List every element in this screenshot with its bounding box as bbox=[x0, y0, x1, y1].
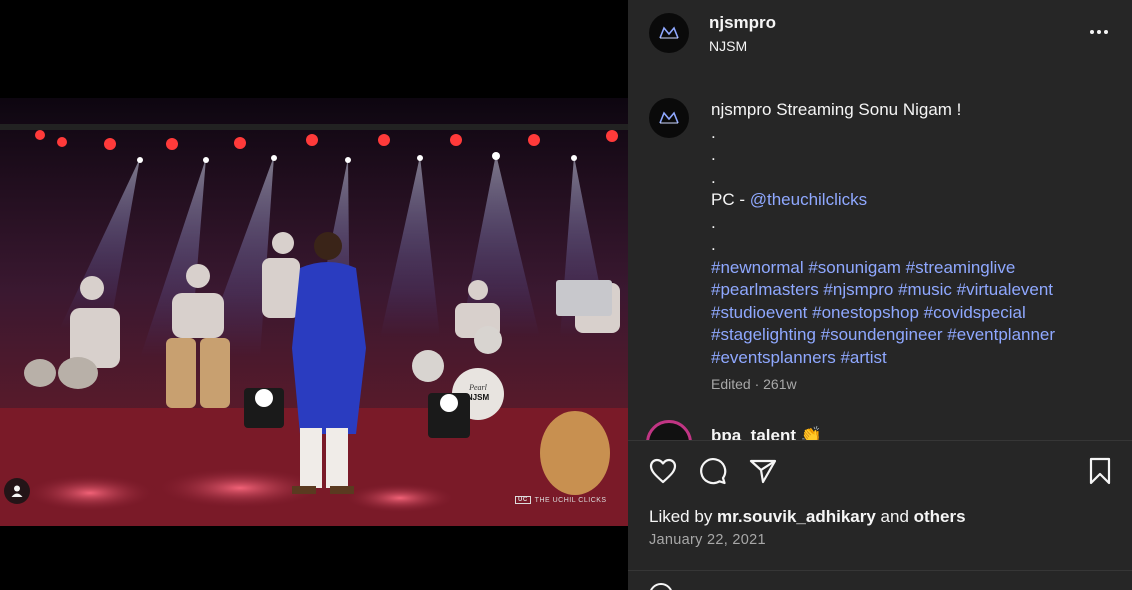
caption-dot: . bbox=[711, 145, 716, 164]
caption-avatar[interactable] bbox=[649, 98, 689, 138]
drum-brand-text: Pearl bbox=[468, 383, 488, 392]
comment-username-text: bpa_talent bbox=[711, 426, 797, 440]
likes-summary: Liked by mr.souvik_adhikary and others bbox=[649, 507, 966, 527]
watermark-text: THE UCHIL CLICKS bbox=[534, 496, 607, 504]
header-subtitle[interactable]: NJSM bbox=[709, 38, 747, 54]
likes-others-link[interactable]: others bbox=[914, 507, 966, 526]
credit-handle-link[interactable]: @theuchilclicks bbox=[750, 190, 867, 209]
comment-preview: bpa_talent 👏 bbox=[628, 418, 1132, 440]
caption-username[interactable]: njsmpro bbox=[711, 100, 771, 119]
post-actions bbox=[628, 450, 1132, 494]
comment-avatar[interactable] bbox=[646, 420, 692, 440]
header-username[interactable]: njsmpro bbox=[709, 13, 776, 33]
caption-dot: . bbox=[711, 235, 716, 254]
hashtag-line[interactable]: #stagelighting #soundengineer #eventplan… bbox=[711, 324, 1111, 347]
user-tag-icon[interactable] bbox=[4, 478, 30, 504]
hashtag-line[interactable]: #pearlmasters #njsmpro #music #virtualev… bbox=[711, 279, 1111, 302]
edited-label: Edited · 261w bbox=[711, 376, 797, 392]
hashtag-line[interactable]: #studioevent #onestopshop #covidspecial bbox=[711, 302, 1111, 325]
post-side-panel: njsmpro NJSM njsmpro Streaming Sonu Niga… bbox=[628, 0, 1132, 590]
concert-stage-image: Pearl NJSM bbox=[0, 98, 628, 526]
post-modal: Pearl NJSM UC THE UCHIL CLICKS njsmpro N… bbox=[0, 0, 1132, 590]
clap-emoji: 👏 bbox=[800, 426, 822, 440]
post-photo[interactable]: Pearl NJSM bbox=[0, 98, 628, 526]
post-caption: njsmpro Streaming Sonu Nigam ! . . . PC … bbox=[711, 99, 1111, 369]
hashtag-line[interactable]: #newnormal #sonunigam #streaminglive bbox=[711, 257, 1111, 280]
likes-middle: and bbox=[875, 507, 914, 526]
liked-by-user-link[interactable]: mr.souvik_adhikary bbox=[717, 507, 876, 526]
caption-credit: PC - @theuchilclicks bbox=[711, 189, 1111, 212]
more-options-icon[interactable] bbox=[1085, 22, 1113, 42]
avatar[interactable] bbox=[649, 13, 689, 53]
post-date[interactable]: January 22, 2021 bbox=[649, 532, 766, 548]
caption-text: Streaming Sonu Nigam ! bbox=[776, 100, 962, 119]
emoji-icon[interactable] bbox=[649, 583, 673, 590]
caption-dot: . bbox=[711, 122, 716, 142]
credit-prefix: PC - bbox=[711, 190, 750, 209]
likes-prefix: Liked by bbox=[649, 507, 718, 526]
comment-icon[interactable] bbox=[698, 456, 728, 486]
divider bbox=[628, 440, 1132, 441]
share-icon[interactable] bbox=[748, 456, 778, 486]
caption-dot: . bbox=[711, 167, 716, 187]
drum-label-text: NJSM bbox=[467, 393, 490, 402]
njsm-logo-icon bbox=[659, 111, 679, 124]
watermark-logo: UC bbox=[515, 496, 531, 504]
heart-icon[interactable] bbox=[648, 456, 678, 486]
post-header: njsmpro NJSM bbox=[628, 0, 1132, 68]
caption-first-line: njsmpro Streaming Sonu Nigam ! bbox=[711, 99, 1111, 122]
comment-username[interactable]: bpa_talent 👏 bbox=[711, 426, 822, 440]
njsm-logo-icon bbox=[659, 26, 679, 39]
bookmark-icon[interactable] bbox=[1085, 456, 1115, 486]
divider bbox=[628, 570, 1132, 571]
post-media: Pearl NJSM UC THE UCHIL CLICKS bbox=[0, 0, 628, 590]
hashtag-line[interactable]: #eventsplanners #artist bbox=[711, 347, 1111, 370]
caption-dot: . bbox=[711, 212, 716, 232]
photo-watermark: UC THE UCHIL CLICKS bbox=[515, 496, 607, 504]
